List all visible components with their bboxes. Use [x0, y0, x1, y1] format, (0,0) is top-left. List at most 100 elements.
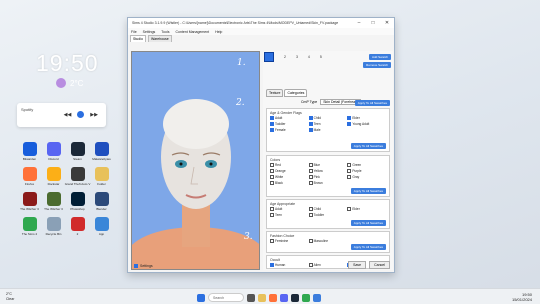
checkbox-option[interactable]: Black: [270, 181, 309, 185]
checkbox-option[interactable]: Toddler: [308, 213, 348, 217]
desktop-icon[interactable]: 2: [67, 217, 88, 236]
desktop-icon[interactable]: Steam: [67, 142, 88, 161]
checkbox[interactable]: [270, 239, 274, 243]
close-icon[interactable]: ✕: [380, 20, 394, 26]
desktop-icon[interactable]: Blender: [91, 192, 112, 211]
apply-colors-button[interactable]: Apply To All Swatches: [350, 188, 386, 194]
menu-help[interactable]: Help: [215, 30, 222, 34]
desktop-icon[interactable]: Bitwarden: [19, 142, 40, 161]
checkbox-option[interactable]: Toddler: [270, 122, 309, 126]
checkbox[interactable]: [308, 263, 313, 267]
checkbox-option[interactable]: Red: [270, 163, 309, 167]
checkbox[interactable]: [347, 207, 352, 211]
sims4studio-icon[interactable]: [313, 293, 321, 302]
taskbar-weather[interactable]: 2°C Clear: [6, 292, 14, 301]
desktop-icon[interactable]: The Witcher 3: [43, 192, 64, 211]
checkbox-option[interactable]: Gray: [347, 175, 386, 179]
checkbox[interactable]: [308, 181, 313, 185]
play-icon[interactable]: [77, 111, 85, 118]
save-button[interactable]: Save: [348, 261, 367, 269]
add-swatch-button[interactable]: Add Swatch: [368, 54, 391, 60]
checkbox[interactable]: [270, 175, 274, 179]
checkbox-option[interactable]: Green: [347, 163, 386, 167]
settings-toggle[interactable]: Settings: [134, 264, 153, 268]
firefox-icon[interactable]: [269, 293, 277, 302]
checkbox[interactable]: [270, 213, 274, 217]
checkbox-option[interactable]: Child: [308, 116, 348, 120]
checkbox[interactable]: [347, 116, 352, 120]
checkbox[interactable]: [308, 169, 313, 173]
desktop-icon[interactable]: Recycle Bin: [43, 217, 64, 236]
checkbox[interactable]: [347, 169, 352, 173]
checkbox[interactable]: [270, 122, 274, 126]
desktop-icon[interactable]: Grand Theft Auto V: [65, 167, 90, 186]
cancel-button[interactable]: Cancel: [369, 261, 390, 269]
desktop-icon[interactable]: The Sims 4: [19, 217, 40, 236]
checkbox[interactable]: [308, 175, 313, 179]
desktop-icon[interactable]: Rockstar: [43, 167, 64, 186]
checkbox-option[interactable]: Masculine: [308, 239, 348, 243]
steam-icon[interactable]: [291, 293, 299, 302]
checkbox-option[interactable]: Teen: [308, 122, 348, 126]
desktop-icon[interactable]: Folder: [91, 167, 112, 186]
checkbox-option[interactable]: Blue: [308, 163, 348, 167]
checkbox-option[interactable]: Purple: [347, 169, 386, 173]
task-view-icon[interactable]: [247, 293, 255, 302]
minimize-icon[interactable]: –: [352, 20, 366, 26]
checkbox[interactable]: [347, 175, 352, 179]
swatch-4[interactable]: 4: [308, 55, 310, 59]
swatch-1[interactable]: [264, 52, 274, 62]
apply-age-appropriate-button[interactable]: Apply To All Swatches: [350, 220, 386, 226]
desktop-icon[interactable]: Discord: [43, 142, 64, 161]
checkbox[interactable]: [270, 128, 274, 132]
menu-file[interactable]: File: [131, 30, 137, 34]
maximize-icon[interactable]: □: [366, 20, 380, 26]
menu-content-management[interactable]: Content Management: [175, 30, 209, 34]
remove-swatch-button[interactable]: Remove Swatch: [363, 62, 391, 68]
tab-categories[interactable]: Categories: [284, 89, 308, 97]
desktop-icon[interactable]: The Witcher 3: [19, 192, 40, 211]
checkbox[interactable]: [347, 122, 352, 126]
checkbox[interactable]: [308, 213, 313, 217]
checkbox-option[interactable]: Female: [270, 128, 309, 132]
checkbox-option[interactable]: Alien: [308, 263, 348, 267]
swatch-5[interactable]: 5: [320, 55, 322, 59]
checkbox[interactable]: [308, 122, 313, 126]
desktop-icon[interactable]: Malwarebytes: [91, 142, 112, 161]
checkbox-option[interactable]: Adult: [270, 116, 309, 120]
checkbox-option[interactable]: Child: [308, 207, 348, 211]
discord-icon[interactable]: [280, 293, 288, 302]
media-widget[interactable]: Spotify ◀◀ ▶▶: [17, 103, 106, 127]
checkbox[interactable]: [308, 239, 313, 243]
tab-texture[interactable]: Texture: [266, 89, 284, 97]
swatch-3[interactable]: 3: [296, 55, 298, 59]
checkbox[interactable]: [308, 128, 313, 132]
checkbox-option[interactable]: Male: [308, 128, 348, 132]
desktop-icon[interactable]: App: [91, 217, 112, 236]
sims-icon[interactable]: [302, 293, 310, 302]
checkbox[interactable]: [308, 116, 313, 120]
checkbox-option[interactable]: Adult: [270, 207, 309, 211]
checkbox[interactable]: [308, 207, 313, 211]
checkbox[interactable]: [308, 163, 313, 167]
checkbox-option[interactable]: White: [270, 175, 309, 179]
checkbox-option[interactable]: Pink: [308, 175, 348, 179]
checkbox-option[interactable]: Yellow: [308, 169, 348, 173]
settings-checkbox[interactable]: [134, 264, 138, 268]
swatch-2[interactable]: 2: [284, 55, 286, 59]
checkbox-option[interactable]: Human: [270, 263, 309, 267]
apply-fashion-button[interactable]: Apply To All Swatches: [350, 244, 386, 250]
taskbar-search[interactable]: Search: [208, 293, 244, 302]
checkbox[interactable]: [347, 163, 352, 167]
desktop-icon[interactable]: Firefox: [19, 167, 40, 186]
apply-age-gender-button[interactable]: Apply To All Swatches: [350, 143, 386, 149]
checkbox-option[interactable]: Feminine: [270, 239, 309, 243]
checkbox-option[interactable]: Brown: [308, 181, 348, 185]
tab-warehouse[interactable]: Warehouse: [147, 35, 172, 42]
checkbox[interactable]: [270, 207, 274, 211]
menu-tools[interactable]: Tools: [161, 30, 169, 34]
file-explorer-icon[interactable]: [258, 293, 266, 302]
preview-viewport[interactable]: Settings: [131, 51, 260, 270]
previous-icon[interactable]: ◀◀: [64, 112, 72, 118]
checkbox-option[interactable]: Elder: [347, 207, 386, 211]
